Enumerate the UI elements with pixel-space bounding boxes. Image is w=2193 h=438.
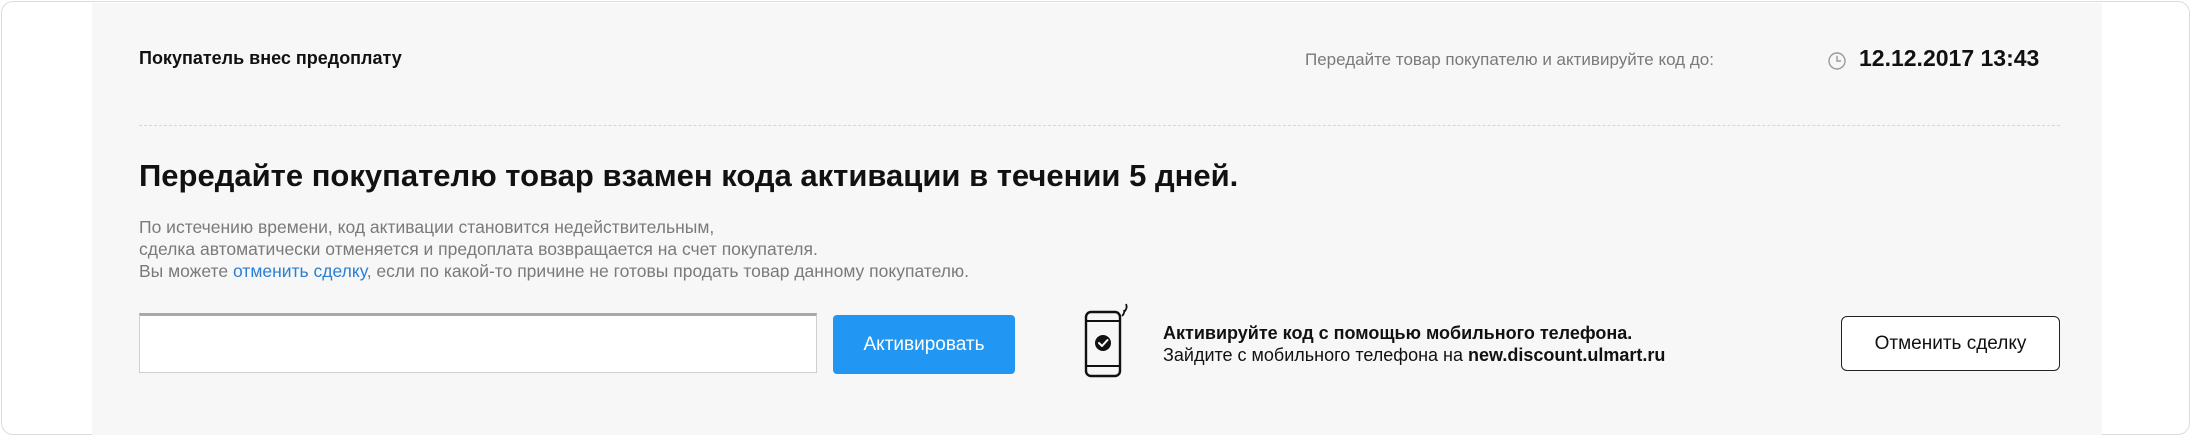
cancel-deal-link[interactable]: отменить сделку bbox=[233, 261, 367, 281]
description-prefix: Вы можете bbox=[139, 261, 233, 281]
mobile-activation-prefix: Зайдите с мобильного телефона на bbox=[1163, 345, 1469, 365]
clock-icon bbox=[1828, 52, 1846, 70]
deadline-datetime: 12.12.2017 13:43 bbox=[1859, 45, 2040, 71]
description: По истечению времени, код активации стан… bbox=[139, 216, 969, 282]
description-suffix: , если по какой-то причине не готовы про… bbox=[366, 261, 969, 281]
mobile-activation-title: Активируйте код с помощью мобильного тел… bbox=[1163, 323, 1633, 343]
main-heading: Передайте покупателю товар взамен кода а… bbox=[139, 158, 1239, 193]
deal-status-title: Покупатель внес предоплату bbox=[139, 48, 402, 68]
deadline-label: Передайте товар покупателю и активируйте… bbox=[1305, 50, 1714, 69]
cancel-deal-button[interactable]: Отменить сделку bbox=[1841, 316, 2060, 371]
activate-button[interactable]: Активировать bbox=[833, 315, 1015, 374]
activation-code-input[interactable] bbox=[139, 313, 817, 373]
divider bbox=[139, 125, 2060, 126]
mobile-phone-icon bbox=[1084, 303, 1128, 378]
description-line: сделка автоматически отменяется и предоп… bbox=[139, 239, 818, 259]
description-line: По истечению времени, код активации стан… bbox=[139, 217, 715, 237]
mobile-activation-url: new.discount.ulmart.ru bbox=[1468, 345, 1666, 365]
check-icon bbox=[1095, 335, 1111, 351]
description-line: Вы можете отменить сделку, если по какой… bbox=[139, 260, 969, 282]
mobile-activation-text: Активируйте код с помощью мобильного тел… bbox=[1163, 322, 1665, 366]
